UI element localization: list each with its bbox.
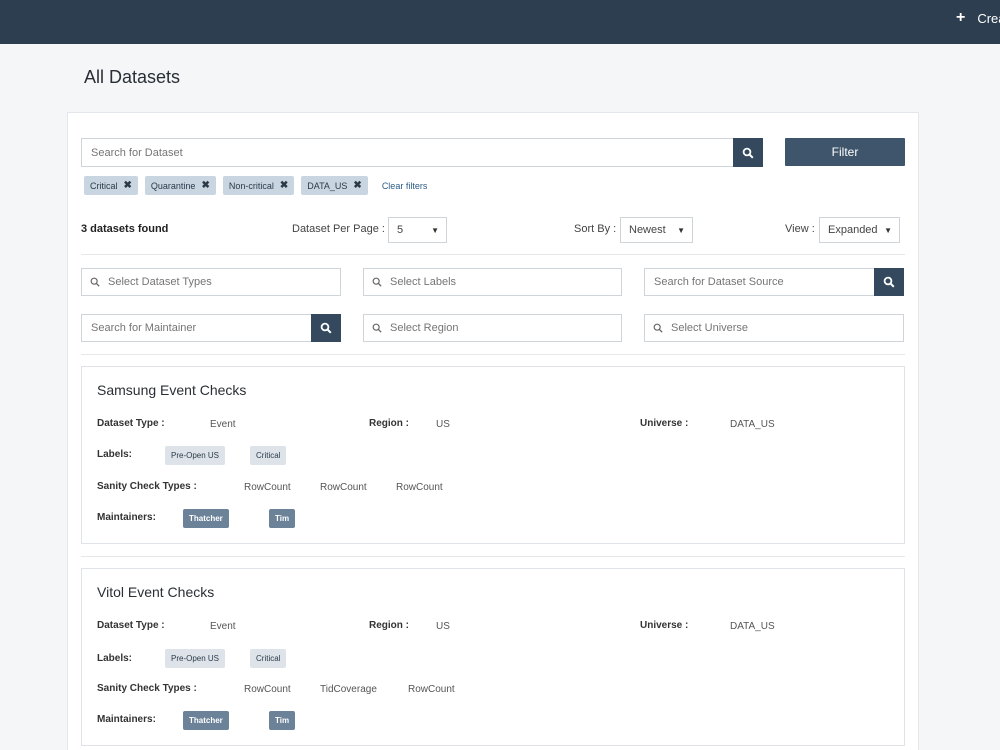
search-icon: [742, 147, 754, 159]
maintainers-label: Maintainers:: [97, 714, 156, 725]
remove-icon[interactable]: ✖: [353, 180, 361, 191]
search-icon: [883, 276, 895, 288]
maintainers-label: Maintainers:: [97, 512, 156, 523]
filter-chip[interactable]: Critical ✖: [84, 176, 138, 195]
page-title: All Datasets: [84, 67, 181, 87]
dataset-card[interactable]: Vitol Event Checks Dataset Type : Event …: [81, 568, 905, 746]
clear-filters-link[interactable]: Clear filters: [382, 181, 428, 191]
maintainer-tag[interactable]: Thatcher: [183, 711, 229, 730]
maintainer-tag[interactable]: Thatcher: [183, 509, 229, 528]
caret-down-icon: ▼: [431, 226, 439, 235]
dataset-search-button[interactable]: [733, 138, 763, 167]
universe-label: Universe :: [640, 620, 689, 631]
filter-chip[interactable]: Quarantine ✖: [144, 176, 216, 195]
per-page-label: Dataset Per Page :: [292, 223, 385, 235]
region-input[interactable]: [390, 315, 532, 341]
maintainer-tag[interactable]: Tim: [269, 711, 296, 730]
search-icon: [364, 277, 390, 287]
sanity-check-value: RowCount: [244, 482, 291, 493]
search-icon: [82, 277, 108, 287]
sanity-check-value: TidCoverage: [320, 684, 377, 695]
caret-down-icon: ▼: [884, 226, 892, 235]
dataset-title[interactable]: Samsung Event Checks: [97, 382, 246, 398]
create-button[interactable]: + Crea: [956, 10, 1000, 26]
label-tag[interactable]: Pre-Open US: [165, 649, 226, 668]
sanity-check-value: RowCount: [244, 684, 291, 695]
per-page-value: 5: [397, 224, 404, 236]
label-tag[interactable]: Critical: [250, 446, 287, 465]
sort-select[interactable]: Newest ▼: [620, 217, 693, 243]
universe-input[interactable]: [671, 315, 813, 341]
sanity-check-value: RowCount: [320, 482, 367, 493]
search-icon: [364, 323, 390, 333]
filter-button[interactable]: Filter: [785, 138, 905, 166]
dataset-types-select[interactable]: [81, 268, 341, 296]
dataset-type-label: Dataset Type :: [97, 418, 165, 429]
sort-value: Newest: [629, 224, 666, 236]
search-icon: [645, 323, 671, 333]
dataset-type-label: Dataset Type :: [97, 620, 165, 631]
remove-icon[interactable]: ✖: [201, 180, 209, 191]
dataset-card[interactable]: Samsung Event Checks Dataset Type : Even…: [81, 366, 905, 544]
dataset-type-value: Event: [210, 419, 236, 430]
dataset-source-input[interactable]: [645, 269, 865, 295]
region-value: US: [436, 621, 450, 632]
region-select[interactable]: [363, 314, 622, 342]
region-value: US: [436, 419, 450, 430]
create-label: Crea: [977, 10, 1000, 26]
sanity-check-label: Sanity Check Types :: [97, 683, 197, 694]
sanity-check-value: RowCount: [396, 482, 443, 493]
remove-icon[interactable]: ✖: [280, 180, 288, 191]
sanity-check-label: Sanity Check Types :: [97, 481, 197, 492]
plus-icon: +: [956, 9, 966, 26]
dataset-source-search-button[interactable]: [874, 268, 904, 296]
dataset-search-input[interactable]: [82, 139, 732, 166]
per-page-select[interactable]: 5 ▼: [388, 217, 447, 243]
sort-label: Sort By :: [574, 223, 617, 235]
view-select[interactable]: Expanded ▼: [819, 217, 900, 243]
sanity-check-value: RowCount: [408, 684, 455, 695]
label-tag[interactable]: Pre-Open US: [165, 446, 226, 465]
maintainer-input[interactable]: [82, 315, 302, 341]
region-label: Region :: [369, 620, 409, 631]
dataset-source-search: [644, 268, 904, 296]
search-icon: [320, 322, 332, 334]
top-nav-bar: + Crea: [0, 0, 1000, 44]
universe-label: Universe :: [640, 418, 689, 429]
divider: [81, 254, 905, 255]
divider: [81, 556, 905, 557]
labels-select[interactable]: [363, 268, 622, 296]
maintainer-tag[interactable]: Tim: [269, 509, 296, 528]
dataset-title[interactable]: Vitol Event Checks: [97, 584, 214, 600]
remove-icon[interactable]: ✖: [124, 180, 132, 191]
caret-down-icon: ▼: [677, 226, 685, 235]
labels-label: Labels:: [97, 653, 133, 664]
maintainer-search-button[interactable]: [311, 314, 341, 342]
divider: [81, 354, 905, 355]
view-value: Expanded: [828, 224, 878, 236]
dataset-types-input[interactable]: [108, 269, 250, 295]
view-label: View :: [785, 223, 815, 235]
dataset-type-value: Event: [210, 621, 236, 632]
label-tag[interactable]: Critical: [250, 649, 287, 668]
universe-select[interactable]: [644, 314, 904, 342]
region-label: Region :: [369, 418, 409, 429]
universe-value: DATA_US: [730, 621, 775, 632]
universe-value: DATA_US: [730, 419, 775, 430]
maintainer-search: [81, 314, 341, 342]
active-filter-chips: Critical ✖ Quarantine ✖ Non-critical ✖ DATA…: [84, 175, 427, 196]
results-count: 3 datasets found: [81, 223, 169, 235]
labels-label: Labels:: [97, 449, 133, 460]
filter-chip[interactable]: Non-critical ✖: [222, 176, 295, 195]
labels-input[interactable]: [390, 269, 532, 295]
filter-chip[interactable]: DATA_US ✖: [301, 176, 368, 195]
dataset-search-box: [81, 138, 763, 167]
